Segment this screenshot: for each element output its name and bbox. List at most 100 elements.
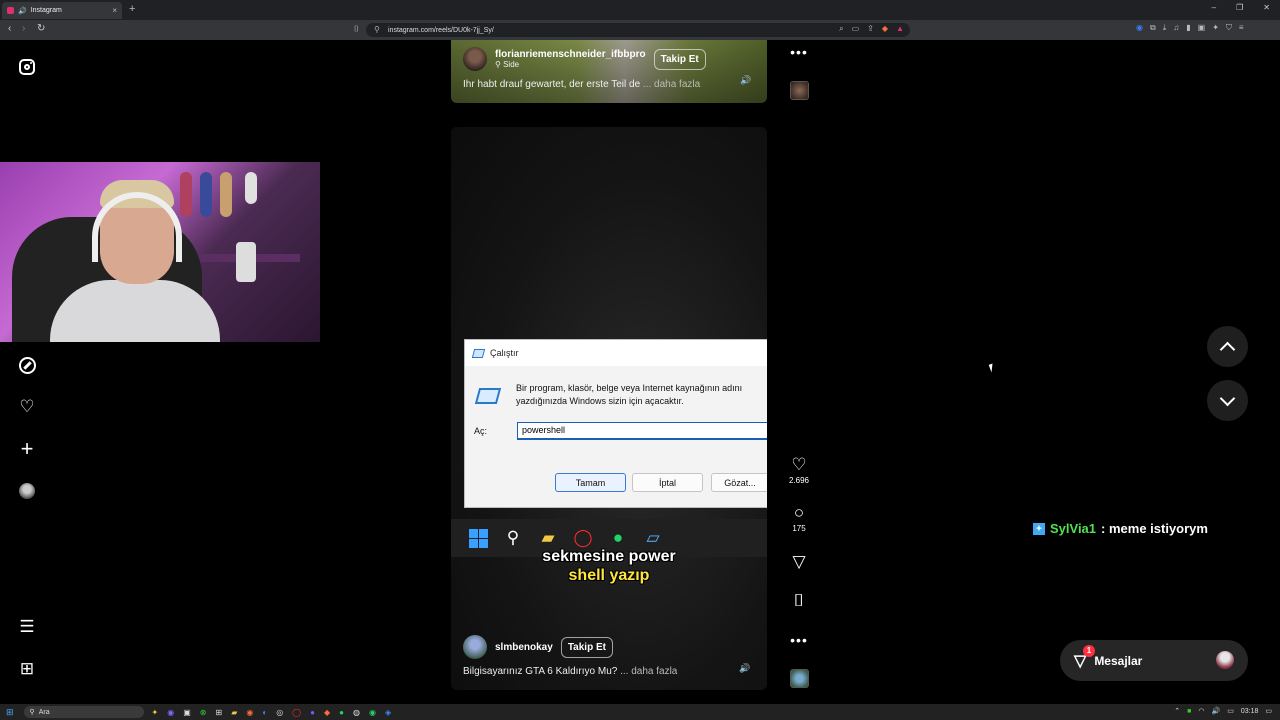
instagram-logo-icon[interactable] bbox=[17, 57, 37, 77]
comment-icon[interactable]: ○ bbox=[787, 504, 811, 522]
author-username[interactable]: florianriemenschneider_ifbbpro bbox=[495, 49, 646, 60]
steam-icon[interactable]: ◍ bbox=[353, 708, 360, 717]
music-icon[interactable]: ♫ bbox=[1173, 23, 1179, 33]
audio-thumbnail[interactable] bbox=[790, 81, 809, 100]
app-icon[interactable]: ⊞ bbox=[216, 708, 223, 717]
author-username[interactable]: slmbenokay bbox=[495, 642, 553, 653]
chat-badge-icon: ✦ bbox=[1033, 522, 1045, 535]
browser-tab[interactable]: 🔊 Instagram × bbox=[2, 2, 122, 19]
app-icon[interactable]: ▣ bbox=[183, 708, 191, 717]
extension-icon[interactable]: ◉ bbox=[1136, 23, 1143, 33]
edge-icon[interactable]: ◐ bbox=[262, 708, 267, 717]
more-options-icon[interactable]: ••• bbox=[787, 44, 811, 60]
menu-icon[interactable]: ☰ bbox=[17, 617, 37, 637]
reel-current[interactable]: Çalıştır Bir program, klasör, belge veya… bbox=[451, 127, 767, 690]
browser-toolbar: ‹ › ↻ ⌷ ⚲ instagram.com/reels/DU0k-7jj_S… bbox=[0, 20, 1280, 40]
profile-avatar[interactable] bbox=[17, 481, 37, 501]
discord-icon[interactable]: ● bbox=[310, 708, 315, 717]
browse-button[interactable]: Gözat... bbox=[711, 473, 767, 492]
chevron-down-icon bbox=[1219, 390, 1236, 406]
brave-shield-icon[interactable]: ◆ bbox=[882, 24, 888, 34]
author-avatar[interactable] bbox=[463, 635, 487, 659]
copilot-icon[interactable]: ✦ bbox=[152, 708, 159, 717]
clock-time[interactable]: 03:18 bbox=[1241, 708, 1259, 715]
ok-button[interactable]: Tamam bbox=[555, 473, 626, 492]
cancel-button[interactable]: İptal bbox=[632, 473, 703, 492]
firefox-icon[interactable]: ◉ bbox=[246, 708, 253, 717]
rewards-icon[interactable]: ▲ bbox=[896, 24, 904, 34]
new-tab-button[interactable]: + bbox=[129, 3, 135, 15]
like-action[interactable]: ♡ 2.696 bbox=[787, 456, 811, 486]
sidebar-icon[interactable]: ▮ bbox=[1186, 23, 1190, 33]
instagram-favicon-icon bbox=[7, 7, 14, 14]
back-icon[interactable]: ‹ bbox=[8, 23, 11, 34]
address-bar[interactable]: ⚲ instagram.com/reels/DU0k-7jj_Sy/ ⌕ ▭ ⇪… bbox=[366, 23, 910, 37]
scroll-up-button[interactable] bbox=[1207, 326, 1248, 367]
direct-message-icon: ▽ 1 bbox=[1074, 644, 1095, 671]
chrome-icon[interactable]: ◎ bbox=[276, 708, 283, 717]
reel-previous[interactable]: florianriemenschneider_ifbbpro ⚲ Side Ta… bbox=[451, 40, 767, 103]
save-icon[interactable]: ⌷ bbox=[787, 592, 811, 610]
video-subtitle: sekmesine power shell yazıp bbox=[451, 547, 767, 585]
tab-close-icon[interactable]: × bbox=[112, 6, 117, 15]
create-icon[interactable]: + bbox=[17, 436, 37, 461]
whatsapp-icon[interactable]: ◉ bbox=[369, 708, 376, 717]
more-options-icon[interactable]: ••• bbox=[787, 632, 811, 648]
run-description: Bir program, klasör, belge veya Internet… bbox=[516, 383, 743, 406]
download-icon[interactable]: ⤓ bbox=[1163, 23, 1167, 33]
wallet-icon[interactable]: ▣ bbox=[1198, 23, 1206, 33]
notification-icon[interactable]: ▭ bbox=[1265, 707, 1272, 715]
tray-chevron-icon[interactable]: ⌃ bbox=[1174, 707, 1180, 715]
forward-icon[interactable]: › bbox=[22, 23, 25, 34]
location-text[interactable]: Side bbox=[503, 60, 519, 69]
opera-icon[interactable]: ◯ bbox=[292, 708, 301, 717]
site-info-icon[interactable]: ⚲ bbox=[374, 25, 380, 34]
caption-more-link[interactable]: ... daha fazla bbox=[620, 666, 677, 677]
windows-start-icon[interactable]: ⊞ bbox=[6, 707, 14, 718]
browser-menu-icon[interactable]: ≡ bbox=[1239, 23, 1244, 33]
more-apps-icon[interactable]: ⊞ bbox=[17, 659, 37, 679]
bookmark-icon[interactable]: ⌷ bbox=[354, 24, 359, 34]
nvidia-icon[interactable]: ■ bbox=[1187, 708, 1191, 715]
share-icon[interactable]: ⇪ bbox=[867, 24, 874, 34]
zoom-icon[interactable]: ⌕ bbox=[839, 24, 843, 34]
caption-text: Ihr habt drauf gewartet, der erste Teil … bbox=[463, 79, 641, 90]
vpn-icon[interactable]: ⛉ bbox=[1226, 23, 1232, 33]
xbox-icon[interactable]: ⊗ bbox=[200, 708, 207, 717]
share-icon[interactable]: ▽ bbox=[787, 553, 811, 571]
volume-icon[interactable]: 🔊 bbox=[1212, 707, 1221, 715]
battery-icon[interactable]: ▭ bbox=[1227, 707, 1234, 715]
tab-title: Instagram bbox=[30, 7, 62, 14]
minimize-button[interactable]: – bbox=[1212, 3, 1216, 12]
restore-button[interactable]: ❐ bbox=[1236, 3, 1243, 12]
like-icon[interactable]: ♡ bbox=[787, 456, 811, 474]
audio-thumbnail[interactable] bbox=[790, 669, 809, 688]
author-avatar[interactable] bbox=[463, 47, 487, 71]
save-action[interactable]: ⌷ bbox=[787, 592, 811, 610]
audio-icon[interactable]: 🔊 bbox=[740, 75, 751, 86]
folder-icon[interactable]: ▰ bbox=[231, 708, 237, 717]
brave-icon[interactable]: ◆ bbox=[324, 708, 330, 717]
explore-icon[interactable] bbox=[17, 355, 37, 375]
comment-action[interactable]: ○ 175 bbox=[787, 504, 811, 534]
follow-button[interactable]: Takip Et bbox=[653, 48, 706, 70]
subtitle-line-1: sekmesine power bbox=[542, 548, 676, 565]
close-window-button[interactable]: ✕ bbox=[1263, 3, 1270, 12]
puzzle-icon[interactable]: ⧉ bbox=[1150, 23, 1156, 33]
share-action[interactable]: ▽ bbox=[787, 553, 811, 571]
audio-icon[interactable]: 🔊 bbox=[739, 663, 750, 674]
messages-button[interactable]: ▽ 1 Mesajlar bbox=[1060, 640, 1248, 681]
run-input[interactable]: powershell bbox=[517, 422, 767, 440]
app-icon[interactable]: ◈ bbox=[385, 708, 391, 717]
caption-more-link[interactable]: ... daha fazla bbox=[643, 79, 700, 90]
os-search-box[interactable]: ⚲ Ara bbox=[23, 706, 144, 718]
heart-icon[interactable]: ♡ bbox=[17, 397, 37, 417]
leo-icon[interactable]: ✦ bbox=[1212, 23, 1219, 33]
app-icon[interactable]: ◉ bbox=[167, 708, 174, 717]
wifi-icon[interactable]: ◠ bbox=[1198, 707, 1204, 715]
follow-button[interactable]: Takip Et bbox=[560, 636, 613, 658]
scroll-down-button[interactable] bbox=[1207, 380, 1248, 421]
reload-icon[interactable]: ↻ bbox=[37, 23, 45, 34]
cast-icon[interactable]: ▭ bbox=[852, 24, 860, 34]
spotify-icon[interactable]: ● bbox=[339, 708, 344, 717]
